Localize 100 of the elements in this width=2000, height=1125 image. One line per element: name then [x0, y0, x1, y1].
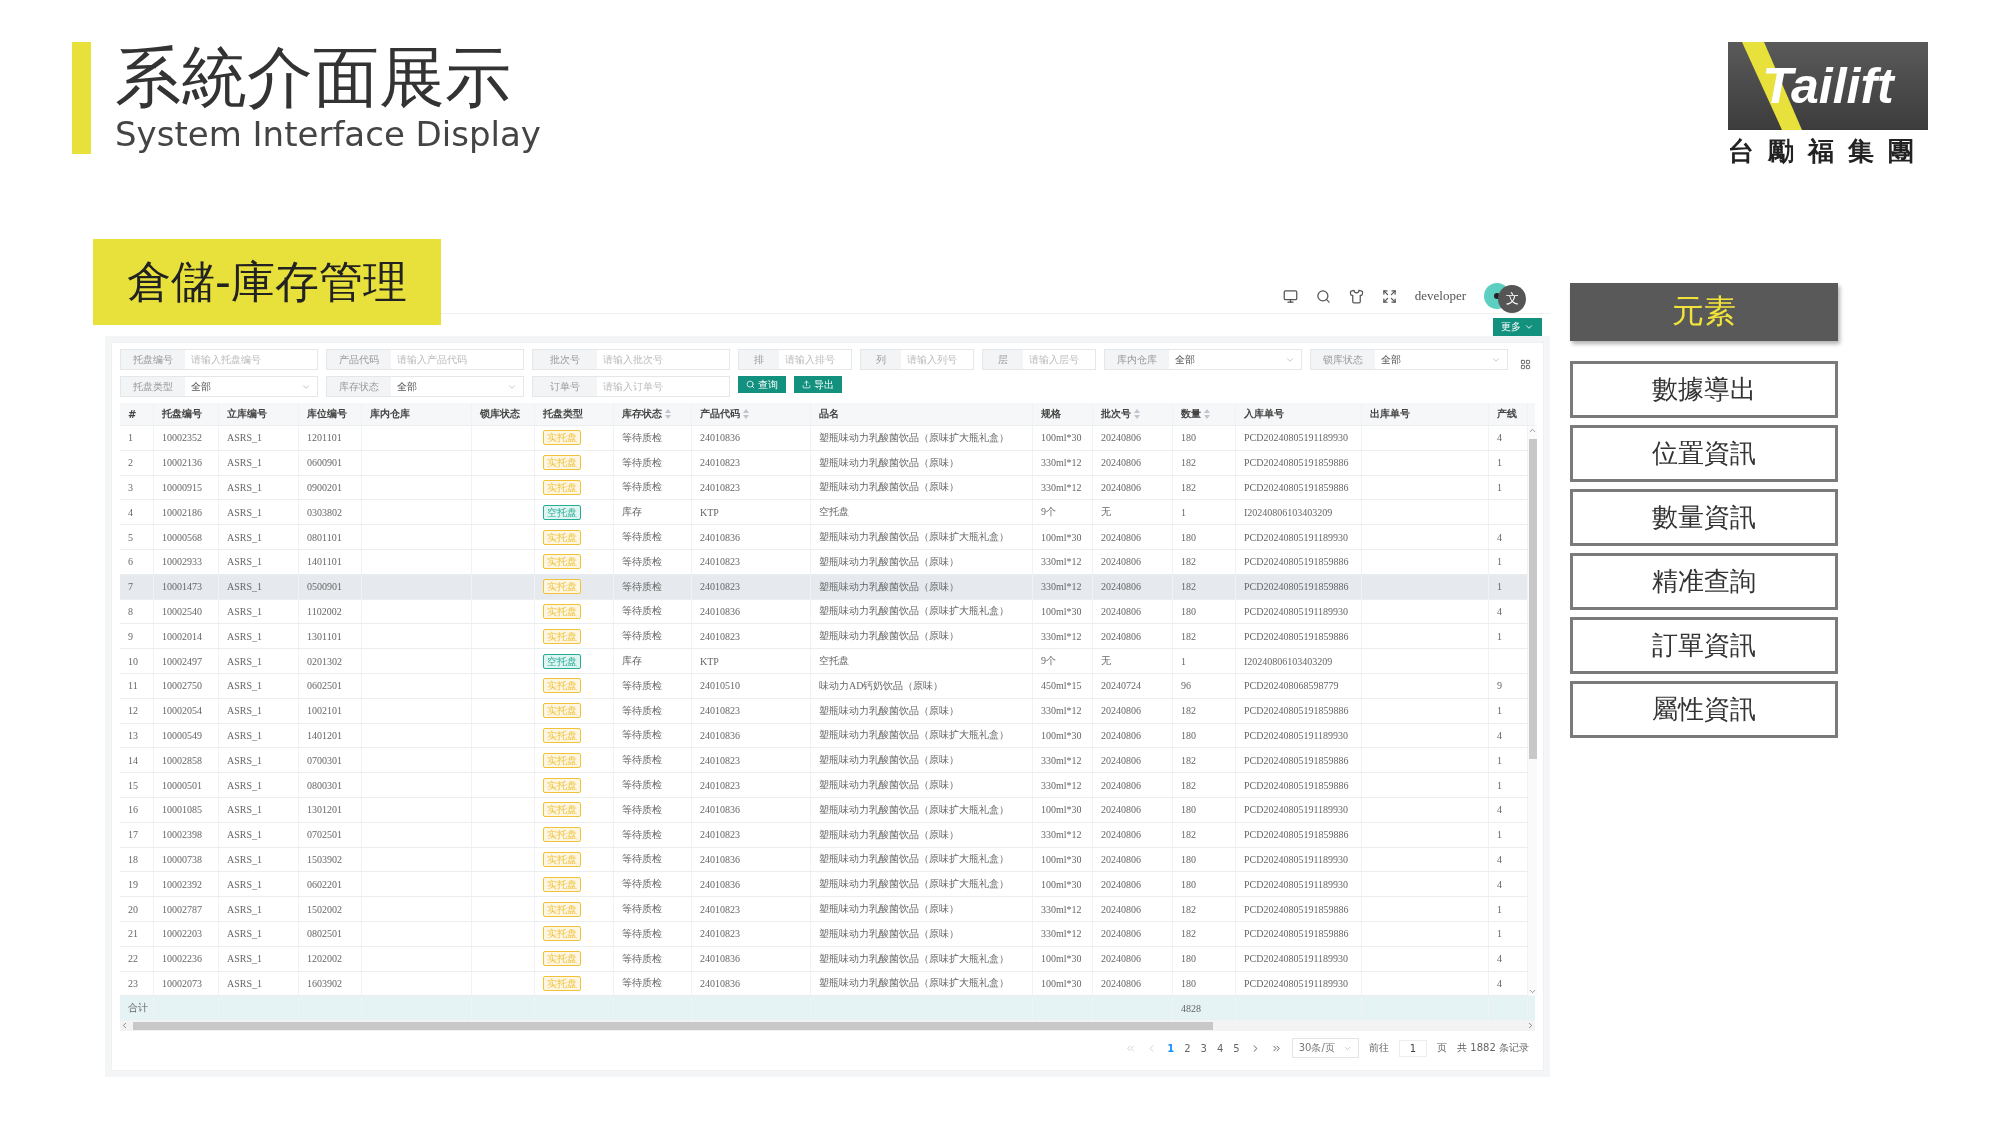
- column-settings-icon[interactable]: [1520, 359, 1531, 370]
- table-cell: 20240806: [1093, 698, 1173, 723]
- table-cell: 10002352: [154, 426, 219, 450]
- fullscreen-icon[interactable]: [1381, 288, 1397, 304]
- sort-icon[interactable]: [1134, 409, 1140, 419]
- table-cell: 10002073: [154, 971, 219, 996]
- table-cell: 100ml*30: [1033, 525, 1093, 549]
- table-cell: 13: [120, 723, 154, 748]
- table-cell: 9个: [1033, 500, 1093, 525]
- goto-unit: 页: [1437, 1041, 1448, 1056]
- shirt-icon[interactable]: [1348, 288, 1364, 304]
- feature-button[interactable]: 位置資訊: [1570, 425, 1838, 482]
- filter-select[interactable]: 托盘类型 全部: [120, 376, 318, 397]
- table-row[interactable]: 3 10000915 ASRS_1 0900201 实托盘 等待质检 24010823 塑瓶味动力乳酸菌饮品（原味） 330ml*12 20240806 182 PCD20240805191859886 1: [120, 475, 1528, 501]
- sort-icon[interactable]: [1204, 409, 1210, 419]
- filter-label: 订单号: [533, 377, 597, 396]
- table-row[interactable]: 10 10002497 ASRS_1 0201302 空托盘 库存 KTP 空托盘 9个 无 1 I20240806103403209: [120, 649, 1528, 674]
- feature-button[interactable]: 屬性資訊: [1570, 681, 1838, 738]
- table-row[interactable]: 2 10002136 ASRS_1 0600901 实托盘 等待质检 24010823 塑瓶味动力乳酸菌饮品（原味） 330ml*12 20240806 182 PCD20240805191859886 1: [120, 450, 1528, 476]
- user-name[interactable]: developer: [1414, 288, 1466, 304]
- goto-page-field[interactable]: 1: [1398, 1039, 1428, 1057]
- table-cell: 无: [1093, 649, 1173, 673]
- table-cell: 塑瓶味动力乳酸菌饮品（原味扩大瓶礼盒）: [811, 847, 1033, 872]
- table-row[interactable]: 13 10000549 ASRS_1 1401201 实托盘 等待质检 24010836 塑瓶味动力乳酸菌饮品（原味扩大瓶礼盒） 100ml*30 20240806 180 PCD20240805191189930 4: [120, 723, 1528, 749]
- table-row[interactable]: 18 10000738 ASRS_1 1503902 实托盘 等待质检 24010836 塑瓶味动力乳酸菌饮品（原味扩大瓶礼盒） 100ml*30 20240806 180 PCD20240805191189930 4: [120, 847, 1528, 873]
- table-cell: 塑瓶味动力乳酸菌饮品（原味扩大瓶礼盒）: [811, 946, 1033, 971]
- table-row[interactable]: 1 10002352 ASRS_1 1201101 实托盘 等待质检 24010836 塑瓶味动力乳酸菌饮品（原味扩大瓶礼盒） 100ml*30 20240806 180 PCD20240805191189930 4: [120, 426, 1528, 451]
- table-row[interactable]: 12 10002054 ASRS_1 1002101 实托盘 等待质检 24010823 塑瓶味动力乳酸菌饮品（原味） 330ml*12 20240806 182 PCD20240805191859886 1: [120, 698, 1528, 724]
- page-number[interactable]: 3: [1200, 1042, 1207, 1054]
- table-cell: 10002392: [154, 872, 219, 897]
- feature-button[interactable]: 數據導出: [1570, 361, 1838, 418]
- table-cell: PCD20240805191189930: [1236, 797, 1362, 822]
- horizontal-scrollbar[interactable]: [120, 1020, 1535, 1032]
- table-cell: 182: [1173, 475, 1236, 500]
- table-cell: PCD20240805191189930: [1236, 599, 1362, 624]
- table-cell: 180: [1173, 872, 1236, 897]
- filter-select[interactable]: 库内仓库 全部: [1104, 349, 1302, 370]
- column-header[interactable]: 批次号: [1093, 403, 1173, 425]
- table-cell: ASRS_1: [219, 723, 299, 748]
- table-cell: 10000738: [154, 847, 219, 872]
- feature-button[interactable]: 訂單資訊: [1570, 617, 1838, 674]
- table-row[interactable]: 15 10000501 ASRS_1 0800301 实托盘 等待质检 24010823 塑瓶味动力乳酸菌饮品（原味） 330ml*12 20240806 182 PCD20240805191859886 1: [120, 773, 1528, 798]
- table-cell: PCD20240805191859886: [1236, 748, 1362, 773]
- table-cell: 24010836: [692, 872, 811, 897]
- table-cell: 24010836: [692, 426, 811, 450]
- tray-type-tag: 实托盘: [543, 529, 581, 545]
- column-header[interactable]: 产品代码: [692, 403, 811, 425]
- table-row[interactable]: 4 10002186 ASRS_1 0303802 空托盘 库存 KTP 空托盘 9个 无 1 I20240806103403209: [120, 500, 1528, 526]
- table-row[interactable]: 5 10000568 ASRS_1 0801101 实托盘 等待质检 24010836 塑瓶味动力乳酸菌饮品（原味扩大瓶礼盒） 100ml*30 20240806 180 PCD20240805191189930 4: [120, 525, 1528, 550]
- table-row[interactable]: 17 10002398 ASRS_1 0702501 实托盘 等待质检 24010823 塑瓶味动力乳酸菌饮品（原味） 330ml*12 20240806 182 PCD20240805191859886 1: [120, 822, 1528, 848]
- table-row[interactable]: 21 10002203 ASRS_1 0802501 实托盘 等待质检 24010823 塑瓶味动力乳酸菌饮品（原味） 330ml*12 20240806 182 PCD20240805191859886 1: [120, 921, 1528, 947]
- column-header[interactable]: 数量: [1173, 403, 1236, 425]
- table-cell: 20240806: [1093, 897, 1173, 921]
- select-value: 全部: [1381, 352, 1401, 367]
- export-button[interactable]: 导出: [794, 376, 842, 393]
- filter-select[interactable]: 锁库状态 全部: [1310, 349, 1508, 370]
- sort-icon[interactable]: [743, 409, 749, 419]
- table-row[interactable]: 7 10001473 ASRS_1 0500901 实托盘 等待质检 24010823 塑瓶味动力乳酸菌饮品（原味） 330ml*12 20240806 182 PCD20240805191859886 1: [120, 574, 1528, 600]
- table-cell: ASRS_1: [219, 698, 299, 723]
- table-row[interactable]: 14 10002858 ASRS_1 0700301 实托盘 等待质检 24010823 塑瓶味动力乳酸菌饮品（原味） 330ml*12 20240806 182 PCD20240805191859886 1: [120, 748, 1528, 774]
- table-cell: 180: [1173, 847, 1236, 872]
- page-number[interactable]: 4: [1216, 1042, 1224, 1054]
- feature-button[interactable]: 數量資訊: [1570, 489, 1838, 546]
- table-cell: 10002398: [154, 822, 219, 847]
- screen-icon[interactable]: [1282, 288, 1298, 304]
- tray-type-tag: 实托盘: [543, 851, 581, 867]
- search-icon[interactable]: [1315, 288, 1331, 304]
- vertical-scrollbar[interactable]: [1528, 426, 1537, 997]
- table-cell: 24010823: [692, 475, 811, 500]
- table-cell: 等待质检: [614, 426, 692, 450]
- table-row[interactable]: 9 10002014 ASRS_1 1301101 实托盘 等待质检 24010823 塑瓶味动力乳酸菌饮品（原味） 330ml*12 20240806 182 PCD20240805191859886 1: [120, 624, 1528, 650]
- page-number[interactable]: 5: [1233, 1042, 1240, 1054]
- page-number[interactable]: 1: [1167, 1042, 1175, 1054]
- table-row[interactable]: 6 10002933 ASRS_1 1401101 实托盘 等待质检 24010823 塑瓶味动力乳酸菌饮品（原味） 330ml*12 20240806 182 PCD20240805191859886 1: [120, 550, 1528, 575]
- sort-icon[interactable]: [665, 409, 671, 419]
- upload-icon: [802, 380, 811, 389]
- table-cell: 等待质检: [614, 475, 692, 500]
- table-row[interactable]: 22 10002236 ASRS_1 1202002 实托盘 等待质检 24010836 塑瓶味动力乳酸菌饮品（原味扩大瓶礼盒） 100ml*30 20240806 180 PCD20240805191189930 4: [120, 946, 1528, 972]
- column-header[interactable]: 库存状态: [614, 403, 692, 425]
- page-number[interactable]: 2: [1184, 1042, 1191, 1054]
- page-size-select[interactable]: 30条/页: [1291, 1038, 1359, 1059]
- tray-type-tag: 空托盘: [543, 653, 581, 669]
- feature-button[interactable]: 精准查詢: [1570, 553, 1838, 610]
- table-cell: ASRS_1: [219, 525, 299, 549]
- table-row[interactable]: 20 10002787 ASRS_1 1502002 实托盘 等待质检 24010823 塑瓶味动力乳酸菌饮品（原味） 330ml*12 20240806 182 PCD20240805191859886 1: [120, 897, 1528, 922]
- table-row[interactable]: 23 10002073 ASRS_1 1603902 实托盘 等待质检 24010836 塑瓶味动力乳酸菌饮品（原味扩大瓶礼盒） 100ml*30 20240806 180 PCD20240805191189930 4: [120, 971, 1528, 997]
- filter-select[interactable]: 库存状态 全部: [326, 376, 524, 397]
- column-header: 入库单号: [1236, 403, 1362, 425]
- table-row[interactable]: 8 10002540 ASRS_1 1102002 实托盘 等待质检 24010836 塑瓶味动力乳酸菌饮品（原味扩大瓶礼盒） 100ml*30 20240806 180 PCD20240805191189930 4: [120, 599, 1528, 625]
- translate-button[interactable]: 文: [1498, 285, 1526, 313]
- tray-type-tag: 实托盘: [543, 480, 581, 495]
- column-header: 托盘编号: [154, 403, 219, 425]
- table-row[interactable]: 11 10002750 ASRS_1 0602501 实托盘 等待质检 24010510 味动力AD钙奶饮品（原味） 450ml*15 20240724 96 PCD202408068598779 9: [120, 673, 1528, 699]
- more-button[interactable]: 更多: [1493, 318, 1542, 336]
- table-row[interactable]: 16 10001085 ASRS_1 1301201 实托盘 等待质检 24010836 塑瓶味动力乳酸菌饮品（原味扩大瓶礼盒） 100ml*30 20240806 180 PCD20240805191189930 4: [120, 797, 1528, 823]
- scroll-left-icon: [120, 1021, 129, 1031]
- table-cell: 330ml*12: [1033, 698, 1093, 723]
- table-cell: 塑瓶味动力乳酸菌饮品（原味扩大瓶礼盒）: [811, 599, 1033, 624]
- search-button[interactable]: 查询: [738, 376, 786, 393]
- table-row[interactable]: 19 10002392 ASRS_1 0602201 实托盘 等待质检 24010836 塑瓶味动力乳酸菌饮品（原味扩大瓶礼盒） 100ml*30 20240806 180 PCD20240805191189930 4: [120, 872, 1528, 898]
